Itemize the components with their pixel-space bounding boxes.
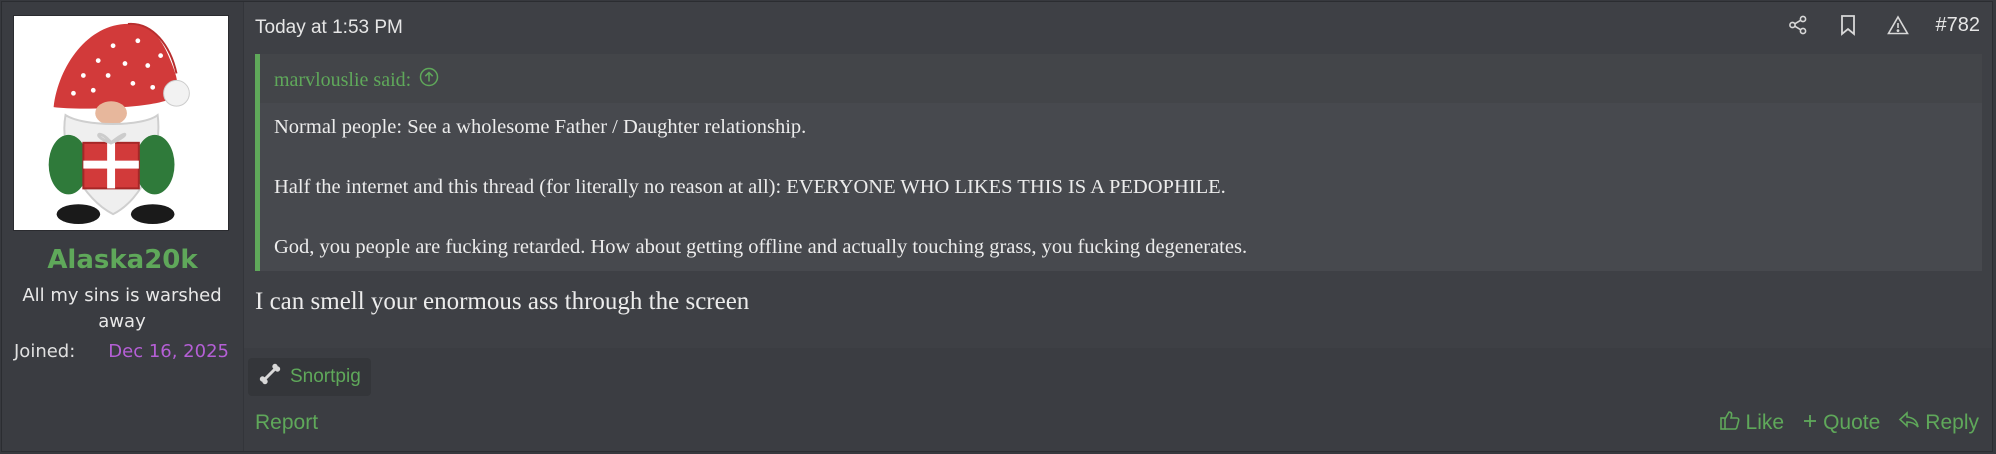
post-actions-top: #782 <box>1786 13 1981 37</box>
like-button[interactable]: Like <box>1719 409 1785 437</box>
like-label: Like <box>1745 411 1785 434</box>
quote-line: Half the internet and this thread (for l… <box>274 176 1226 198</box>
reply-icon <box>1898 410 1920 436</box>
user-title: All my sins is warshed away <box>22 285 222 332</box>
quote-label: Quote <box>1823 411 1881 434</box>
post-content: Today at 1:53 PM #782 marvlouslie said: … <box>244 2 1992 348</box>
thumbs-up-icon <box>1719 409 1741 437</box>
avatar[interactable] <box>13 15 229 231</box>
reaction-bar[interactable]: Snortpig <box>248 358 371 396</box>
gnome-avatar-icon <box>14 16 228 230</box>
bone-icon <box>258 362 282 392</box>
quote-button[interactable]: Quote <box>1802 409 1880 437</box>
quote-author[interactable]: marvlouslie said: <box>274 69 411 92</box>
username[interactable]: Alaska20k <box>2 245 243 275</box>
joined-label: Joined: <box>14 341 76 362</box>
reaction-user[interactable]: Snortpig <box>290 366 361 388</box>
post-footer: Snortpig Report Like Quote Reply <box>244 348 1992 451</box>
post-date[interactable]: Today at 1:53 PM <box>255 17 403 39</box>
post-message: I can smell your enormous ass through th… <box>255 288 750 315</box>
report-warning-icon[interactable] <box>1886 13 1910 37</box>
joined-date: Dec 16, 2025 <box>108 341 229 362</box>
quote-line: God, you people are fucking retarded. Ho… <box>274 236 1248 258</box>
report-link[interactable]: Report <box>255 411 318 435</box>
quote-header <box>260 54 1982 103</box>
user-info-panel: Alaska20k All my sins is warshed away Jo… <box>2 2 244 451</box>
arrow-up-circle-icon[interactable] <box>419 67 439 93</box>
quote-line: Normal people: See a wholesome Father / … <box>274 116 807 138</box>
quote-block: marvlouslie said: Normal people: See a w… <box>255 54 1982 271</box>
post-number[interactable]: #782 <box>1936 14 1981 37</box>
reply-label: Reply <box>1925 411 1979 434</box>
plus-icon <box>1802 411 1818 435</box>
share-icon[interactable] <box>1786 13 1810 37</box>
post-actions-bottom: Like Quote Reply <box>1719 409 1979 437</box>
quote-attribution[interactable]: marvlouslie said: <box>274 67 439 93</box>
reply-button[interactable]: Reply <box>1898 409 1979 437</box>
quote-body: Normal people: See a wholesome Father / … <box>274 115 1968 295</box>
bookmark-icon[interactable] <box>1836 13 1860 37</box>
forum-post: Alaska20k All my sins is warshed away Jo… <box>1 1 1993 452</box>
